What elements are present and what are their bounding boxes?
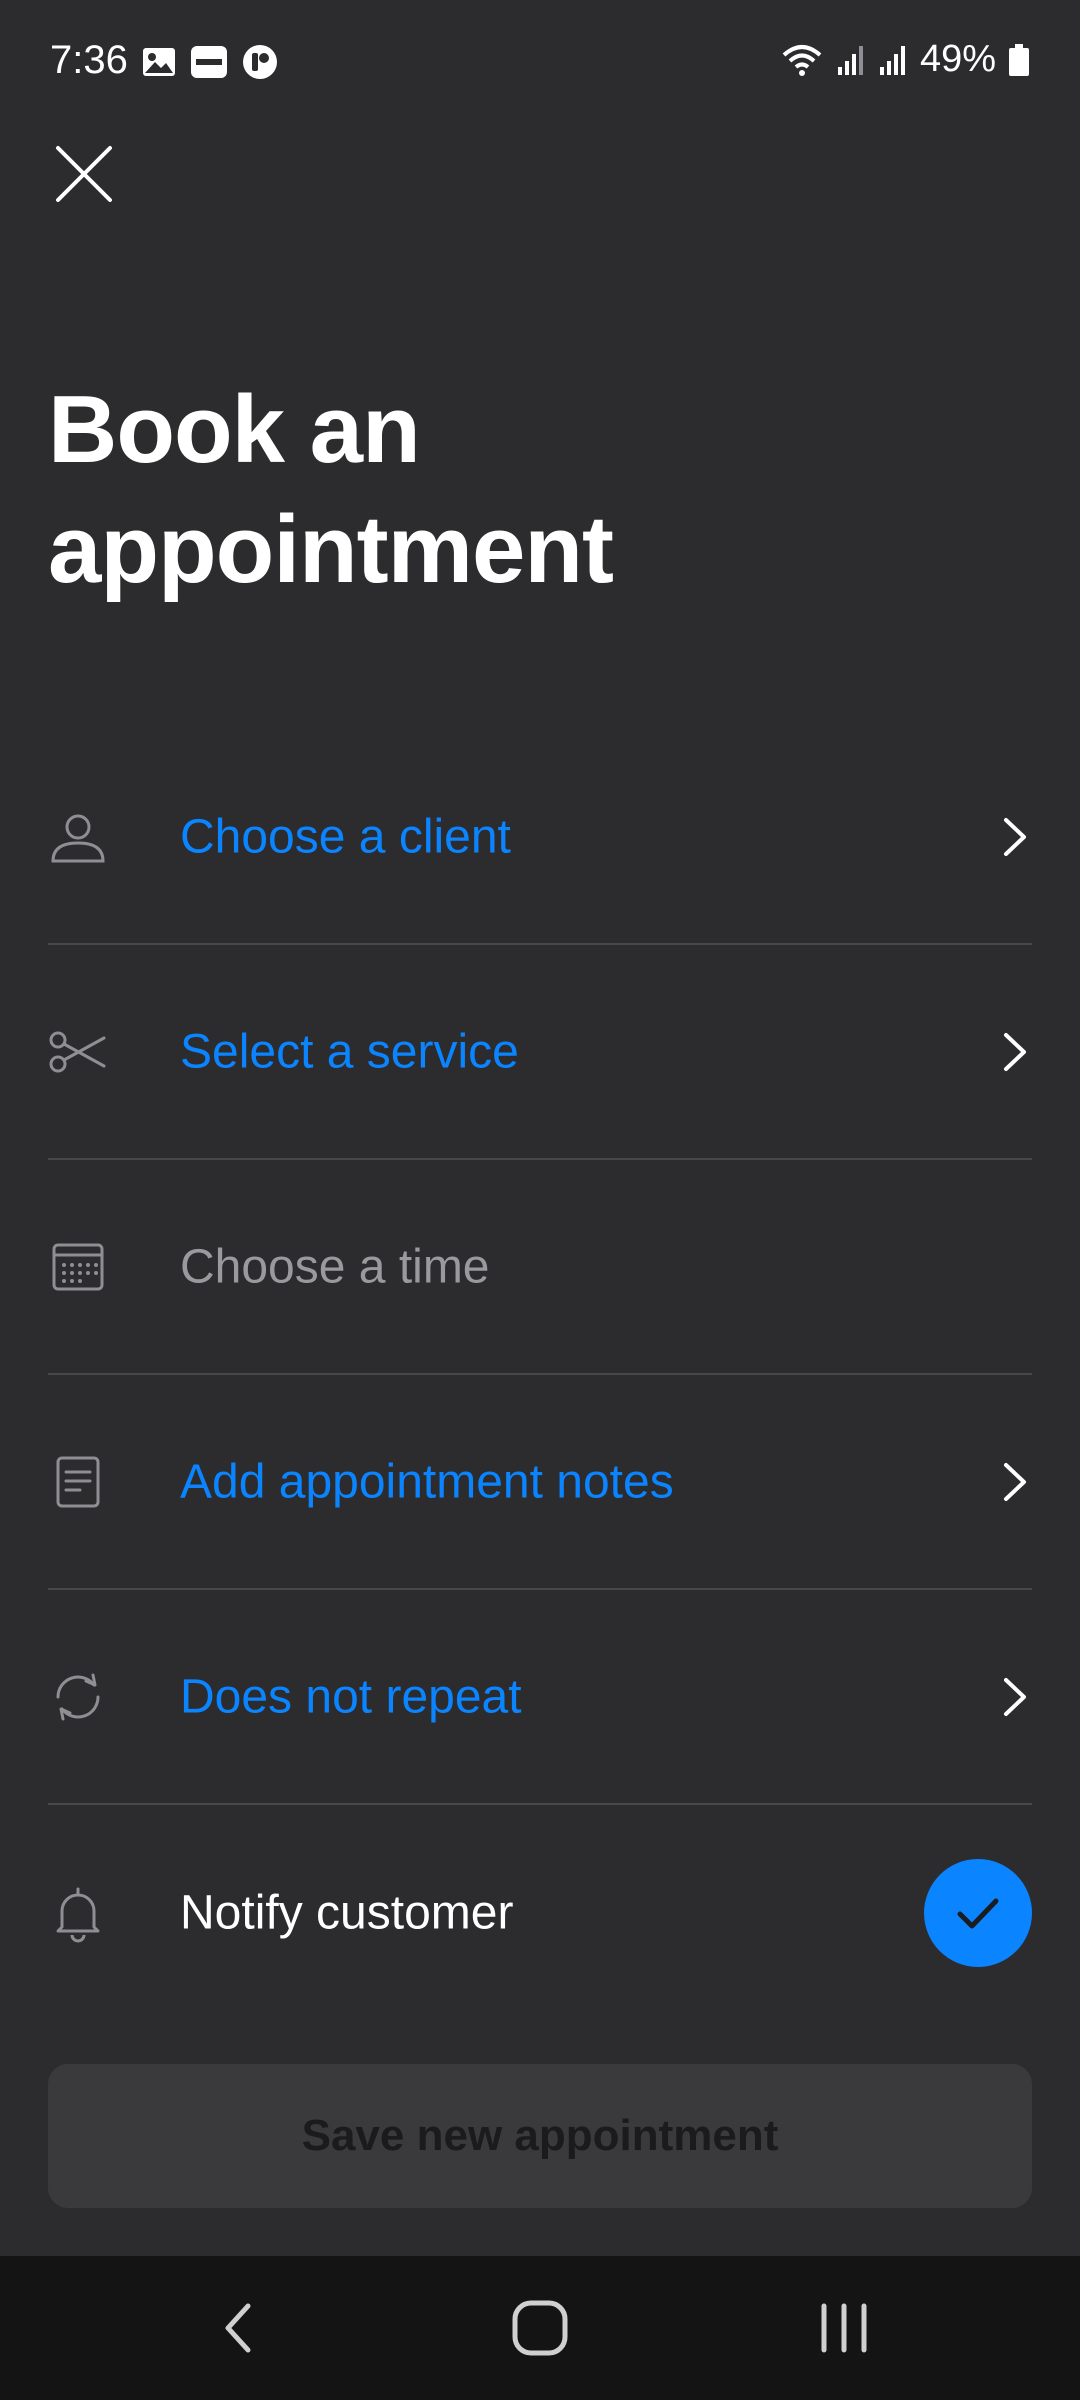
battery-level: 49% <box>919 38 996 80</box>
notify-customer-label: Notify customer <box>180 1886 514 1939</box>
notify-customer-checkbox[interactable] <box>924 1858 1032 1967</box>
chevron-right-icon <box>1004 1032 1026 1071</box>
choose-client-row[interactable]: Choose a client <box>48 730 1032 945</box>
select-service-row[interactable]: Select a service <box>48 945 1032 1160</box>
repeat-row[interactable]: Does not repeat <box>48 1590 1032 1805</box>
status-left-icons <box>142 44 278 80</box>
appointment-notes-label: Add appointment notes <box>180 1455 674 1508</box>
person-icon <box>51 814 105 862</box>
status-bar: 7:36 49% <box>0 0 1080 120</box>
checkmark-icon <box>957 1898 999 1928</box>
chevron-right-icon <box>1004 817 1026 856</box>
recents-icon <box>821 2303 867 2353</box>
gallery-icon <box>143 48 175 76</box>
back-icon <box>225 2303 251 2353</box>
nav-back-button[interactable] <box>188 2278 288 2378</box>
repeat-label: Does not repeat <box>180 1670 522 1723</box>
appointment-notes-row[interactable]: Add appointment notes <box>48 1375 1032 1590</box>
bell-icon <box>56 1887 100 1942</box>
choose-time-row[interactable]: Choose a time <box>48 1160 1032 1375</box>
choose-time-label: Choose a time <box>180 1240 490 1293</box>
calendar-icon <box>52 1243 104 1290</box>
close-icon <box>56 146 112 202</box>
scissors-icon <box>49 1031 106 1072</box>
save-appointment-button[interactable]: Save new appointment <box>48 2064 1032 2208</box>
nav-home-button[interactable] <box>490 2278 590 2378</box>
chevron-right-icon <box>1004 1677 1026 1716</box>
choose-client-label: Choose a client <box>180 810 511 863</box>
repeat-icon <box>56 1673 100 1720</box>
close-button[interactable] <box>48 138 120 210</box>
battery-icon <box>1009 43 1029 76</box>
app-icon <box>243 45 277 79</box>
home-icon <box>512 2300 568 2356</box>
status-right-icons: 49% <box>780 38 1030 81</box>
signal-icon <box>837 45 863 75</box>
notes-icon <box>56 1456 100 1507</box>
chevron-right-icon <box>1004 1462 1026 1501</box>
signal-roaming-icon <box>879 45 905 75</box>
wifi-icon <box>782 44 822 76</box>
system-nav-bar <box>0 2256 1080 2400</box>
nav-recents-button[interactable] <box>794 2278 894 2378</box>
select-service-label: Select a service <box>180 1025 519 1078</box>
status-time: 7:36 <box>50 38 128 82</box>
page-title: Book an appointment <box>48 376 614 603</box>
notify-customer-row: Notify customer <box>48 1805 1032 2020</box>
cisco-icon <box>191 46 227 78</box>
